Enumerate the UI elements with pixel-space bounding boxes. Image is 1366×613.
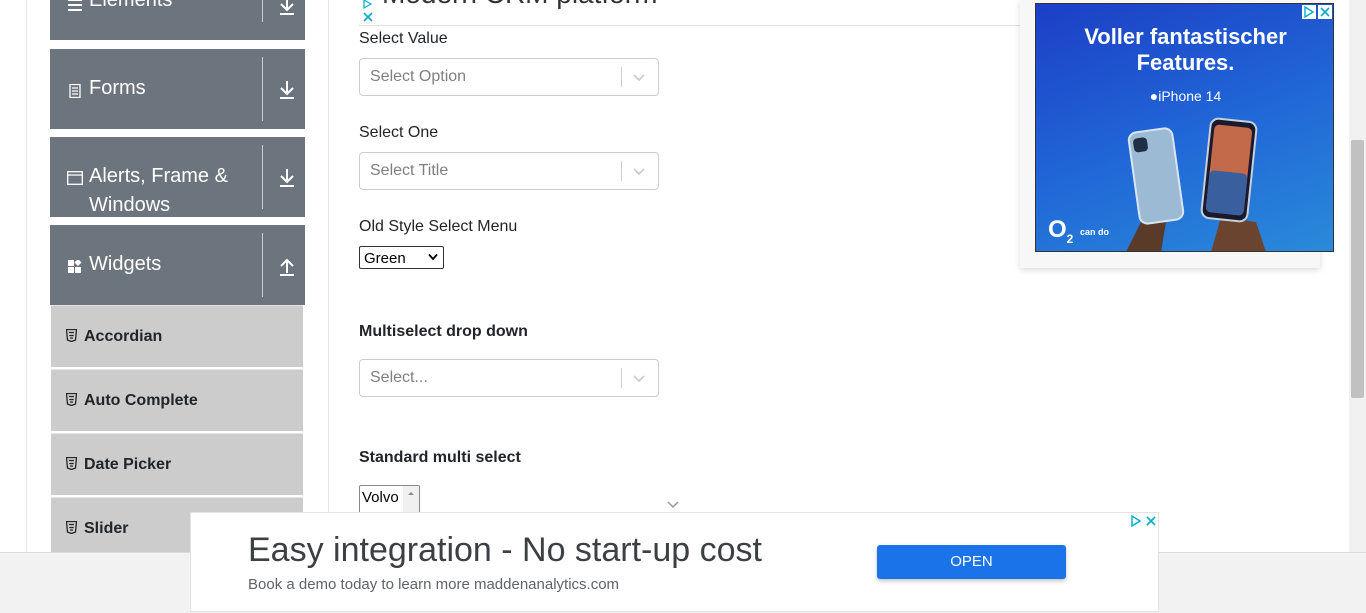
group-separator	[262, 233, 263, 297]
right-ad-banner[interactable]: Voller fantastischer Features. ●iPhone 1…	[1035, 3, 1334, 252]
sidebar-group-label-line2: Windows	[89, 194, 171, 216]
select-one-placeholder: Select Title	[370, 162, 449, 179]
page-scrollbar-thumb[interactable]	[1351, 140, 1364, 398]
sidebar-group-widgets[interactable]: Widgets	[50, 225, 305, 305]
indicator-separator	[621, 67, 622, 87]
o2-logo: O2	[1048, 216, 1073, 246]
ad-headline-line1: Voller fantastischer	[1084, 24, 1287, 49]
close-icon[interactable]	[1318, 5, 1332, 19]
ad-headline-line2: Features.	[1136, 50, 1235, 75]
left-border	[26, 0, 27, 552]
select-value-label: Select Value	[359, 30, 448, 47]
phones-illustration	[1126, 117, 1266, 251]
chevron-down-icon	[428, 253, 438, 261]
ad-headline: Voller fantastischer Features.	[1036, 24, 1333, 76]
open-button[interactable]: OPEN	[877, 545, 1066, 579]
old-style-select-value: Green	[364, 250, 406, 267]
hamburger-icon	[68, 0, 82, 11]
close-icon[interactable]	[1144, 514, 1158, 528]
html5-icon	[66, 329, 77, 342]
content-divider	[328, 0, 329, 552]
sidebar-item-label: Accordian	[84, 328, 163, 345]
multiselect-placeholder: Select...	[370, 369, 428, 386]
chevron-down-icon[interactable]	[632, 164, 646, 178]
select-one-label: Select One	[359, 124, 439, 141]
header-divider	[359, 25, 1039, 26]
o2-logo-letter: O	[1048, 216, 1067, 243]
html5-icon	[66, 457, 77, 470]
chevron-down-icon[interactable]	[632, 371, 646, 385]
cut-off-ad-heading: Modern CRM platform	[382, 0, 657, 10]
apple-logo-icon: ●	[1149, 88, 1159, 104]
multiselect-label: Multiselect drop down	[359, 323, 528, 340]
download-arrow-icon[interactable]	[278, 0, 296, 16]
bottom-ad-subline[interactable]: Book a demo today to learn more maddenan…	[248, 576, 619, 593]
list-scrollbar[interactable]	[403, 486, 419, 514]
ad-tagline: can do	[1080, 227, 1110, 237]
group-separator	[262, 0, 263, 22]
sidebar-item-auto-complete[interactable]: Auto Complete	[51, 369, 303, 431]
html5-icon	[66, 521, 77, 534]
adchoices-icon[interactable]	[1302, 5, 1316, 19]
download-arrow-icon[interactable]	[278, 80, 296, 100]
standard-multi-select-label: Standard multi select	[359, 449, 521, 466]
scroll-up-icon[interactable]	[403, 488, 419, 500]
sidebar-group-label: Forms	[89, 77, 146, 99]
bottom-ad-banner[interactable]: Easy integration - No start-up cost Book…	[190, 512, 1159, 612]
sidebar-item-label: Slider	[84, 520, 129, 537]
upload-arrow-icon[interactable]	[278, 256, 296, 276]
bottom-ad-headline[interactable]: Easy integration - No start-up cost	[248, 531, 762, 570]
sidebar-group-elements[interactable]: Elements	[50, 0, 305, 40]
sidebar-item-accordian[interactable]: Accordian	[51, 305, 303, 367]
ad-product-label: iPhone 14	[1158, 88, 1222, 104]
document-icon	[69, 84, 81, 98]
old-style-select-label: Old Style Select Menu	[359, 218, 518, 235]
o2-logo-sub: 2	[1066, 231, 1074, 246]
indicator-separator	[621, 368, 622, 388]
window-icon	[67, 171, 83, 185]
sidebar-group-label: Alerts, Frame &	[89, 165, 228, 187]
sidebar-item-label: Date Picker	[84, 456, 172, 473]
group-separator	[262, 145, 263, 209]
sidebar-item-label: Auto Complete	[84, 392, 198, 409]
sidebar-group-alerts[interactable]: Alerts, Frame & Windows	[50, 137, 305, 217]
select-one-dropdown[interactable]: Select Title	[359, 152, 659, 190]
sidebar-group-forms[interactable]: Forms	[50, 49, 305, 129]
sidebar-item-date-picker[interactable]: Date Picker	[51, 433, 303, 495]
select-value-placeholder: Select Option	[370, 68, 467, 85]
adchoices-icon[interactable]	[361, 0, 375, 24]
multiselect-dropdown[interactable]: Select...	[359, 359, 659, 397]
adchoices-icon[interactable]	[1129, 514, 1143, 528]
old-style-select-menu[interactable]: Green	[359, 246, 444, 269]
group-separator	[262, 57, 263, 121]
indicator-separator	[621, 161, 622, 181]
select-value-dropdown[interactable]: Select Option	[359, 58, 659, 96]
sidebar-group-label: Elements	[89, 0, 173, 11]
sidebar-group-label: Widgets	[89, 253, 162, 275]
html5-icon	[66, 393, 77, 406]
download-arrow-icon[interactable]	[278, 168, 296, 188]
standard-multi-select[interactable]: Volvo	[359, 485, 420, 515]
chevron-down-icon	[667, 501, 679, 509]
widgets-icon	[68, 260, 82, 273]
standard-multi-select-option[interactable]: Volvo	[362, 489, 399, 506]
ad-product-name: ●iPhone 14	[1036, 88, 1333, 104]
chevron-down-icon[interactable]	[632, 70, 646, 84]
